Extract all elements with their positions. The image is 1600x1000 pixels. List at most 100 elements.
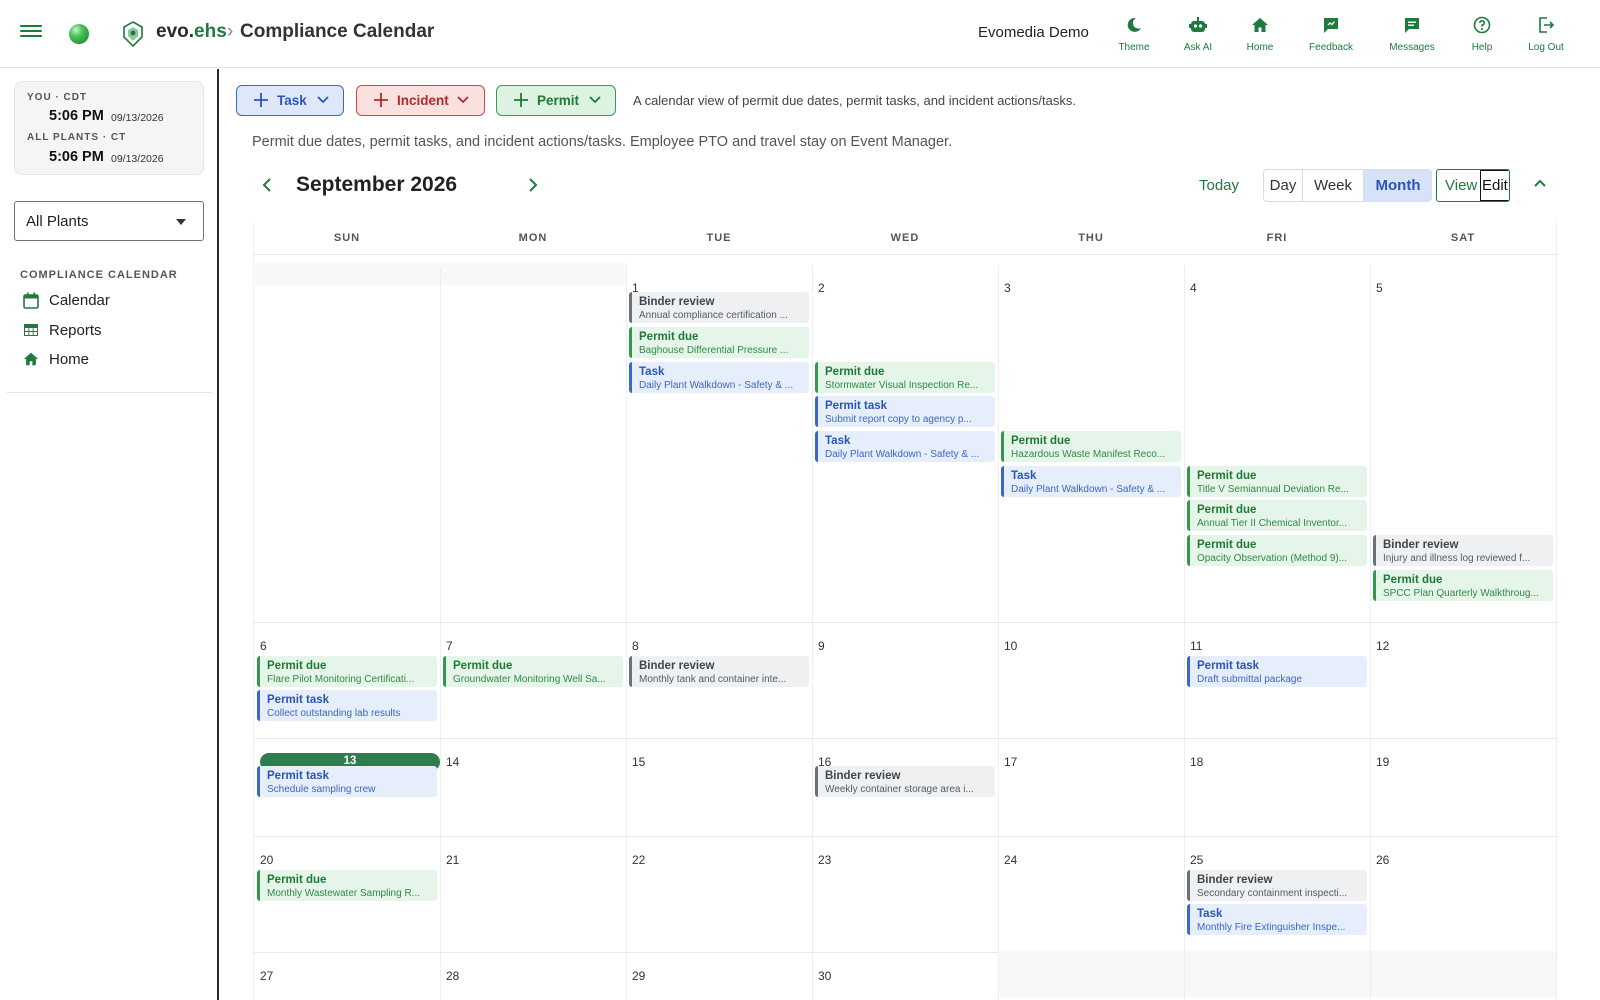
event-type: Permit task xyxy=(1197,660,1260,672)
day-number[interactable]: 22 xyxy=(632,853,645,867)
calendar-icon xyxy=(23,292,39,309)
day-number[interactable]: 7 xyxy=(446,639,453,653)
today-button[interactable]: Today xyxy=(1199,177,1239,194)
day-number[interactable]: 8 xyxy=(632,639,639,653)
day-number[interactable]: 27 xyxy=(260,969,273,983)
day-number[interactable]: 12 xyxy=(1376,639,1389,653)
calendar-event[interactable]: Permit due Annual Tier II Chemical Invent… xyxy=(1187,500,1367,531)
moon-icon xyxy=(1127,17,1141,32)
day-number[interactable]: 15 xyxy=(632,755,645,769)
calendar-event[interactable]: Permit due Stormwater Visual Inspection R… xyxy=(815,362,995,393)
day-number[interactable]: 20 xyxy=(260,853,273,867)
day-number[interactable]: 10 xyxy=(1004,639,1017,653)
ask-ai-button[interactable]: Ask AI xyxy=(1163,16,1233,55)
calendar-event[interactable]: Binder review Annual compliance certifica… xyxy=(629,292,809,323)
day-number[interactable]: 28 xyxy=(446,969,459,983)
calendar-event[interactable]: Permit task Draft submittal package xyxy=(1187,656,1367,687)
view-edit-toggle[interactable]: View Edit xyxy=(1436,169,1510,202)
home-button[interactable]: Home xyxy=(1225,16,1295,55)
day-number[interactable]: 18 xyxy=(1190,755,1203,769)
view-day-button[interactable]: Day xyxy=(1263,169,1303,202)
view-week-button[interactable]: Week xyxy=(1302,169,1364,202)
view-mode-option[interactable]: View xyxy=(1445,177,1477,194)
day-number[interactable]: 14 xyxy=(446,755,459,769)
day-number[interactable]: 9 xyxy=(818,639,825,653)
calendar-event[interactable]: Task Daily Plant Walkdown - Safety & ... xyxy=(815,431,995,462)
day-number[interactable]: 30 xyxy=(818,969,831,983)
calendar-event[interactable]: Permit due Monthly Wastewater Sampling R.… xyxy=(257,870,437,901)
user-date: 09/13/2026 xyxy=(111,112,164,124)
calendar-event[interactable]: Permit due SPCC Plan Quarterly Walkthroug… xyxy=(1373,570,1553,601)
day-number[interactable]: 21 xyxy=(446,853,459,867)
calendar-event[interactable]: Permit task Collect outstanding lab resul… xyxy=(257,690,437,721)
day-number[interactable]: 19 xyxy=(1376,755,1389,769)
calendar-event[interactable]: Binder review Injury and illness log revi… xyxy=(1373,535,1553,566)
day-column-divider xyxy=(812,266,813,1000)
event-summary: SPCC Plan Quarterly Walkthroug... xyxy=(1383,588,1539,599)
event-type: Permit due xyxy=(1197,504,1257,516)
calendar-event[interactable]: Binder review Secondary containment inspe… xyxy=(1187,870,1367,901)
app-logo-icon xyxy=(123,21,143,48)
calendar-event[interactable]: Task Daily Plant Walkdown - Safety & ... xyxy=(1001,466,1181,497)
day-number[interactable]: 6 xyxy=(260,639,267,653)
page-title: Compliance Calendar xyxy=(240,21,435,42)
current-user[interactable]: Evomedia Demo xyxy=(978,24,1089,41)
sidebar-item-home[interactable]: Home xyxy=(23,349,203,373)
edit-mode-option[interactable]: Edit xyxy=(1480,170,1509,201)
out-of-month-cell xyxy=(1371,951,1556,997)
day-column-divider xyxy=(440,266,441,1000)
event-summary: Flare Pilot Monitoring Certificati... xyxy=(267,674,415,685)
calendar-event[interactable]: Permit due Flare Pilot Monitoring Certifi… xyxy=(257,656,437,687)
theme-button[interactable]: Theme xyxy=(1099,16,1169,55)
add-task-button[interactable]: Task xyxy=(236,85,344,116)
calendar-event[interactable]: Binder review Monthly tank and container … xyxy=(629,656,809,687)
day-number[interactable]: 25 xyxy=(1190,853,1203,867)
event-summary: Title V Semiannual Deviation Re... xyxy=(1197,484,1349,495)
calendar-event[interactable]: Permit due Groundwater Monitoring Well Sa… xyxy=(443,656,623,687)
day-number[interactable]: 23 xyxy=(818,853,831,867)
day-number[interactable]: 3 xyxy=(1004,281,1011,295)
day-number[interactable]: 4 xyxy=(1190,281,1197,295)
plus-icon xyxy=(514,93,528,107)
day-number[interactable]: 5 xyxy=(1376,281,1383,295)
brand-name[interactable]: evo.ehs xyxy=(156,21,227,43)
calendar-event[interactable]: Task Monthly Fire Extinguisher Inspe... xyxy=(1187,904,1367,935)
sidebar-item-calendar[interactable]: Calendar xyxy=(23,290,203,314)
messages-button[interactable]: Messages xyxy=(1377,16,1447,55)
feedback-button[interactable]: Feedback xyxy=(1296,16,1366,55)
calendar-event[interactable]: Permit task Submit report copy to agency … xyxy=(815,396,995,427)
home-icon xyxy=(23,352,39,366)
calendar-event[interactable]: Permit due Hazardous Waste Manifest Reco.… xyxy=(1001,431,1181,462)
day-number[interactable]: 24 xyxy=(1004,853,1017,867)
month-title: September 2026 xyxy=(296,173,458,196)
user-timezone-label: YOU · CDT xyxy=(27,92,88,103)
logout-button[interactable]: Log Out xyxy=(1511,16,1581,55)
day-number[interactable]: 17 xyxy=(1004,755,1017,769)
event-type: Permit task xyxy=(267,770,330,782)
event-type: Binder review xyxy=(1197,874,1273,886)
status-orb-icon[interactable] xyxy=(69,24,89,44)
view-month-button[interactable]: Month xyxy=(1364,169,1432,202)
chevron-up-icon[interactable] xyxy=(1533,178,1547,188)
day-number[interactable]: 26 xyxy=(1376,853,1389,867)
day-number[interactable]: 11 xyxy=(1190,639,1202,653)
hamburger-menu-icon[interactable] xyxy=(20,22,42,42)
chevron-right-icon[interactable] xyxy=(528,177,538,193)
calendar-event[interactable]: Permit task Schedule sampling crew xyxy=(257,766,437,797)
sidebar-item-reports[interactable]: Reports xyxy=(23,320,203,344)
add-incident-button[interactable]: Incident xyxy=(356,85,485,116)
add-permit-button[interactable]: Permit xyxy=(496,85,616,116)
day-number[interactable]: 29 xyxy=(632,969,645,983)
calendar-event[interactable]: Binder review Weekly container storage ar… xyxy=(815,766,995,797)
calendar-event[interactable]: Permit due Title V Semiannual Deviation R… xyxy=(1187,466,1367,497)
event-summary: Opacity Observation (Method 9)... xyxy=(1197,553,1348,564)
chevron-left-icon[interactable] xyxy=(262,177,272,193)
plants-timezone-label: ALL PLANTS · CT xyxy=(27,132,127,143)
plant-select[interactable]: All Plants xyxy=(14,201,204,241)
calendar-event[interactable]: Permit due Opacity Observation (Method 9)… xyxy=(1187,535,1367,566)
help-button[interactable]: Help xyxy=(1447,16,1517,55)
calendar-event[interactable]: Permit due Baghouse Differential Pressure… xyxy=(629,327,809,358)
day-column-divider xyxy=(998,266,999,1000)
calendar-event[interactable]: Task Daily Plant Walkdown - Safety & ... xyxy=(629,362,809,393)
day-number[interactable]: 2 xyxy=(818,281,825,295)
